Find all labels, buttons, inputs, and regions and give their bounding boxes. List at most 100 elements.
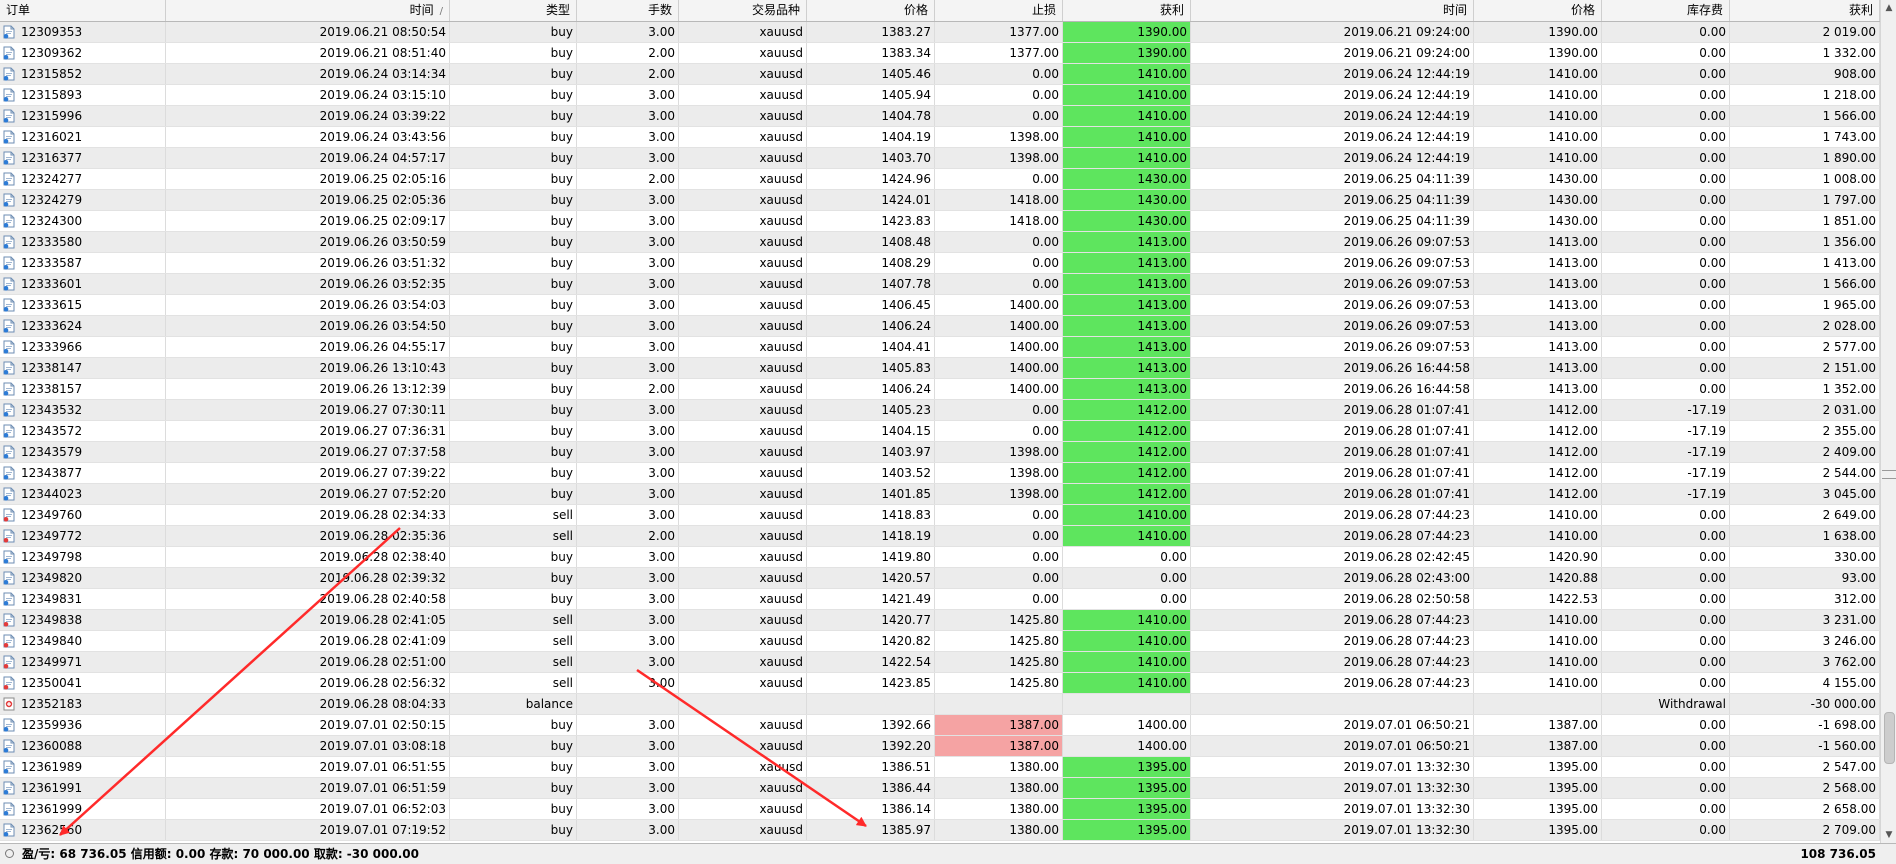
total-profit-value: 108 736.05	[1800, 847, 1876, 861]
column-header-label: 价格	[903, 3, 928, 17]
column-header-swap[interactable]: 库存费	[1602, 0, 1730, 21]
table-row[interactable]: 12333580 2019.06.26 03:50:59 buy 3.00 xauusd…	[0, 232, 1880, 253]
cell-profit: 3 246.00	[1730, 631, 1880, 651]
column-header-ticket[interactable]: 订单	[0, 0, 166, 21]
vertical-scrollbar[interactable]: ▲ ▼	[1880, 0, 1896, 843]
table-row[interactable]: 12361991 2019.07.01 06:51:59 buy 3.00 xauusd…	[0, 778, 1880, 799]
scroll-down-arrow-icon[interactable]: ▼	[1881, 827, 1896, 843]
table-row[interactable]: 12333601 2019.06.26 03:52:35 buy 3.00 xauusd…	[0, 274, 1880, 295]
cell-open-price: 1408.48	[807, 232, 935, 252]
buy-ticket-icon	[3, 466, 15, 480]
cell-take-profit: 1412.00	[1063, 463, 1191, 483]
table-row[interactable]: 12349840 2019.06.28 02:41:09 sell 3.00 xauus…	[0, 631, 1880, 652]
table-row[interactable]: 12350041 2019.06.28 02:56:32 sell 3.00 xauus…	[0, 673, 1880, 694]
cell-open-price: 1422.54	[807, 652, 935, 672]
table-row[interactable]: 12315996 2019.06.24 03:39:22 buy 3.00 xauusd…	[0, 106, 1880, 127]
cell-open-time: 2019.06.24 03:14:34	[166, 64, 450, 84]
cell-profit: 1 008.00	[1730, 169, 1880, 189]
column-header-lots[interactable]: 手数	[577, 0, 679, 21]
table-row[interactable]: 12360088 2019.07.01 03:08:18 buy 3.00 xauusd…	[0, 736, 1880, 757]
cell-ticket: 12333966	[0, 337, 166, 357]
cell-open-time: 2019.06.21 08:51:40	[166, 43, 450, 63]
table-row[interactable]: 12349971 2019.06.28 02:51:00 sell 3.00 xauus…	[0, 652, 1880, 673]
table-row[interactable]: 12352183 2019.06.28 08:04:33 balance Withdr…	[0, 694, 1880, 715]
table-row[interactable]: 12349831 2019.06.28 02:40:58 buy 3.00 xauusd…	[0, 589, 1880, 610]
cell-lots: 3.00	[577, 358, 679, 378]
table-row[interactable]: 12315893 2019.06.24 03:15:10 buy 3.00 xauusd…	[0, 85, 1880, 106]
cell-ticket: 12361991	[0, 778, 166, 798]
cell-stop-loss: 1400.00	[935, 316, 1063, 336]
table-row[interactable]: 12361999 2019.07.01 06:52:03 buy 3.00 xauusd…	[0, 799, 1880, 820]
cell-stop-loss: 1400.00	[935, 295, 1063, 315]
table-row[interactable]: 12333615 2019.06.26 03:54:03 buy 3.00 xauusd…	[0, 295, 1880, 316]
cell-symbol: xauusd	[679, 568, 807, 588]
cell-type: buy	[450, 64, 577, 84]
scroll-up-arrow-icon[interactable]: ▲	[1881, 0, 1896, 16]
table-row[interactable]: 12349772 2019.06.28 02:35:36 sell 2.00 xauus…	[0, 526, 1880, 547]
cell-open-time: 2019.06.28 02:56:32	[166, 673, 450, 693]
table-row[interactable]: 12343877 2019.06.27 07:39:22 buy 3.00 xauusd…	[0, 463, 1880, 484]
table-row[interactable]: 12333624 2019.06.26 03:54:50 buy 3.00 xauusd…	[0, 316, 1880, 337]
cell-lots: 3.00	[577, 610, 679, 630]
table-row[interactable]: 12324277 2019.06.25 02:05:16 buy 2.00 xauusd…	[0, 169, 1880, 190]
table-row[interactable]: 12343579 2019.06.27 07:37:58 buy 3.00 xauusd…	[0, 442, 1880, 463]
ticket-number: 12350041	[21, 676, 83, 690]
sort-indicator-icon: /	[439, 6, 443, 17]
cell-lots: 3.00	[577, 631, 679, 651]
table-row[interactable]: 12338157 2019.06.26 13:12:39 buy 2.00 xauusd…	[0, 379, 1880, 400]
column-header-label: 价格	[1570, 3, 1595, 17]
table-row[interactable]: 12333966 2019.06.26 04:55:17 buy 3.00 xauusd…	[0, 337, 1880, 358]
table-row[interactable]: 12333587 2019.06.26 03:51:32 buy 3.00 xauusd…	[0, 253, 1880, 274]
column-header-symbol[interactable]: 交易品种	[679, 0, 807, 21]
column-header-close-time[interactable]: 时间	[1191, 0, 1474, 21]
table-row[interactable]: 12324300 2019.06.25 02:09:17 buy 3.00 xauusd…	[0, 211, 1880, 232]
table-row[interactable]: 12324279 2019.06.25 02:05:36 buy 3.00 xauusd…	[0, 190, 1880, 211]
table-row[interactable]: 12349820 2019.06.28 02:39:32 buy 3.00 xauusd…	[0, 568, 1880, 589]
table-row[interactable]: 12359936 2019.07.01 02:50:15 buy 3.00 xauusd…	[0, 715, 1880, 736]
cell-close-time: 2019.07.01 13:32:30	[1191, 757, 1474, 777]
ticket-number: 12349831	[21, 592, 83, 606]
cell-close-price: 1410.00	[1474, 127, 1602, 147]
scrollbar-thumb[interactable]	[1884, 712, 1895, 764]
buy-ticket-icon	[3, 718, 15, 732]
cell-open-time: 2019.07.01 07:19:52	[166, 820, 450, 840]
column-header-stop-loss[interactable]: 止损	[935, 0, 1063, 21]
cell-close-time: 2019.06.28 02:43:00	[1191, 568, 1474, 588]
cell-lots: 3.00	[577, 757, 679, 777]
cell-swap: 0.00	[1602, 589, 1730, 609]
table-row[interactable]: 12309353 2019.06.21 08:50:54 buy 3.00 xauusd…	[0, 22, 1880, 43]
cell-swap: 0.00	[1602, 211, 1730, 231]
column-header-profit[interactable]: 获利	[1730, 0, 1880, 21]
cell-close-price: 1413.00	[1474, 337, 1602, 357]
cell-lots: 3.00	[577, 484, 679, 504]
table-row[interactable]: 12316021 2019.06.24 03:43:56 buy 3.00 xauusd…	[0, 127, 1880, 148]
table-row[interactable]: 12349798 2019.06.28 02:38:40 buy 3.00 xauusd…	[0, 547, 1880, 568]
cell-stop-loss: 0.00	[935, 274, 1063, 294]
cell-open-time: 2019.06.25 02:09:17	[166, 211, 450, 231]
cell-open-price: 1408.29	[807, 253, 935, 273]
cell-open-time: 2019.06.27 07:36:31	[166, 421, 450, 441]
column-header-type[interactable]: 类型	[450, 0, 577, 21]
table-row[interactable]: 12315852 2019.06.24 03:14:34 buy 2.00 xauusd…	[0, 64, 1880, 85]
cell-swap: -17.19	[1602, 484, 1730, 504]
column-header-open-time[interactable]: 时间 /	[166, 0, 450, 21]
column-header-take-profit[interactable]: 获利	[1063, 0, 1191, 21]
table-row[interactable]: 12361989 2019.07.01 06:51:55 buy 3.00 xauusd…	[0, 757, 1880, 778]
column-header-close-price[interactable]: 价格	[1474, 0, 1602, 21]
table-row[interactable]: 12343572 2019.06.27 07:36:31 buy 3.00 xauusd…	[0, 421, 1880, 442]
buy-ticket-icon	[3, 277, 15, 291]
table-row[interactable]: 12309362 2019.06.21 08:51:40 buy 2.00 xauusd…	[0, 43, 1880, 64]
table-row[interactable]: 12349760 2019.06.28 02:34:33 sell 3.00 xauus…	[0, 505, 1880, 526]
cell-take-profit: 1395.00	[1063, 778, 1191, 798]
table-row[interactable]: 12338147 2019.06.26 13:10:43 buy 3.00 xauusd…	[0, 358, 1880, 379]
cell-stop-loss: 1380.00	[935, 757, 1063, 777]
table-row[interactable]: 12362560 2019.07.01 07:19:52 buy 3.00 xauusd…	[0, 820, 1880, 841]
cell-take-profit: 1410.00	[1063, 85, 1191, 105]
table-row[interactable]: 12343532 2019.06.27 07:30:11 buy 3.00 xauusd…	[0, 400, 1880, 421]
table-row[interactable]: 12349838 2019.06.28 02:41:05 sell 3.00 xauus…	[0, 610, 1880, 631]
table-row[interactable]: 12316377 2019.06.24 04:57:17 buy 3.00 xauusd…	[0, 148, 1880, 169]
cell-profit: -1 698.00	[1730, 715, 1880, 735]
cell-ticket: 12362560	[0, 820, 166, 840]
column-header-open-price[interactable]: 价格	[807, 0, 935, 21]
table-row[interactable]: 12344023 2019.06.27 07:52:20 buy 3.00 xauusd…	[0, 484, 1880, 505]
